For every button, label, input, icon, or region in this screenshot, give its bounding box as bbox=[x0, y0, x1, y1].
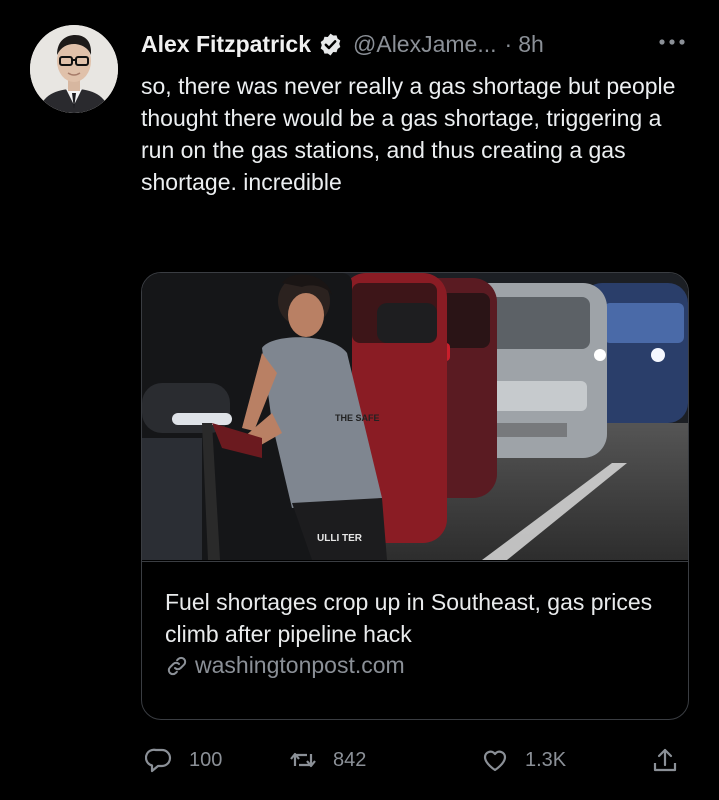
tweet[interactable]: Alex Fitzpatrick @AlexJame... · 8h so, t… bbox=[0, 0, 719, 800]
link-icon bbox=[167, 656, 187, 675]
header-separator: · bbox=[504, 30, 513, 57]
reply-count: 100 bbox=[189, 748, 223, 771]
reply-button[interactable]: 100 bbox=[145, 740, 222, 780]
tweet-actions: 100 842 1.3K bbox=[141, 740, 701, 780]
tweet-timestamp[interactable]: 8h bbox=[518, 31, 544, 58]
link-preview-body[interactable]: Fuel shortages crop up in Southeast, gas… bbox=[142, 561, 688, 719]
link-title[interactable]: Fuel shortages crop up in Southeast, gas… bbox=[165, 586, 665, 650]
shirt-text: THE SAFE bbox=[335, 413, 380, 423]
share-icon bbox=[653, 748, 677, 772]
link-domain[interactable]: washingtonpost.com bbox=[195, 652, 405, 679]
tweet-header: Alex Fitzpatrick @AlexJame... · 8h bbox=[141, 26, 544, 62]
author-avatar[interactable] bbox=[30, 25, 118, 113]
reply-icon bbox=[145, 748, 172, 773]
share-button[interactable] bbox=[651, 740, 679, 780]
link-preview-image[interactable]: THE SAFE ULLI TER bbox=[142, 273, 688, 560]
link-preview-card[interactable]: THE SAFE ULLI TER Fuel shortages crop up… bbox=[141, 272, 689, 720]
tweet-text: so, there was never really a gas shortag… bbox=[141, 73, 676, 195]
link-domain-row[interactable]: washingtonpost.com bbox=[165, 652, 405, 679]
author-name[interactable]: Alex Fitzpatrick bbox=[141, 31, 311, 58]
author-handle[interactable]: @AlexJame... bbox=[353, 31, 497, 58]
like-icon bbox=[483, 750, 507, 772]
retweet-count: 842 bbox=[333, 748, 367, 771]
author-photo bbox=[30, 25, 118, 113]
pants-text: ULLI TER bbox=[317, 533, 363, 544]
verified-badge-icon bbox=[318, 32, 343, 57]
retweet-icon bbox=[290, 752, 316, 768]
like-button[interactable]: 1.3K bbox=[481, 740, 566, 780]
more-horizontal-icon[interactable] bbox=[655, 30, 689, 54]
retweet-button[interactable]: 842 bbox=[289, 740, 366, 780]
like-count: 1.3K bbox=[525, 748, 567, 771]
